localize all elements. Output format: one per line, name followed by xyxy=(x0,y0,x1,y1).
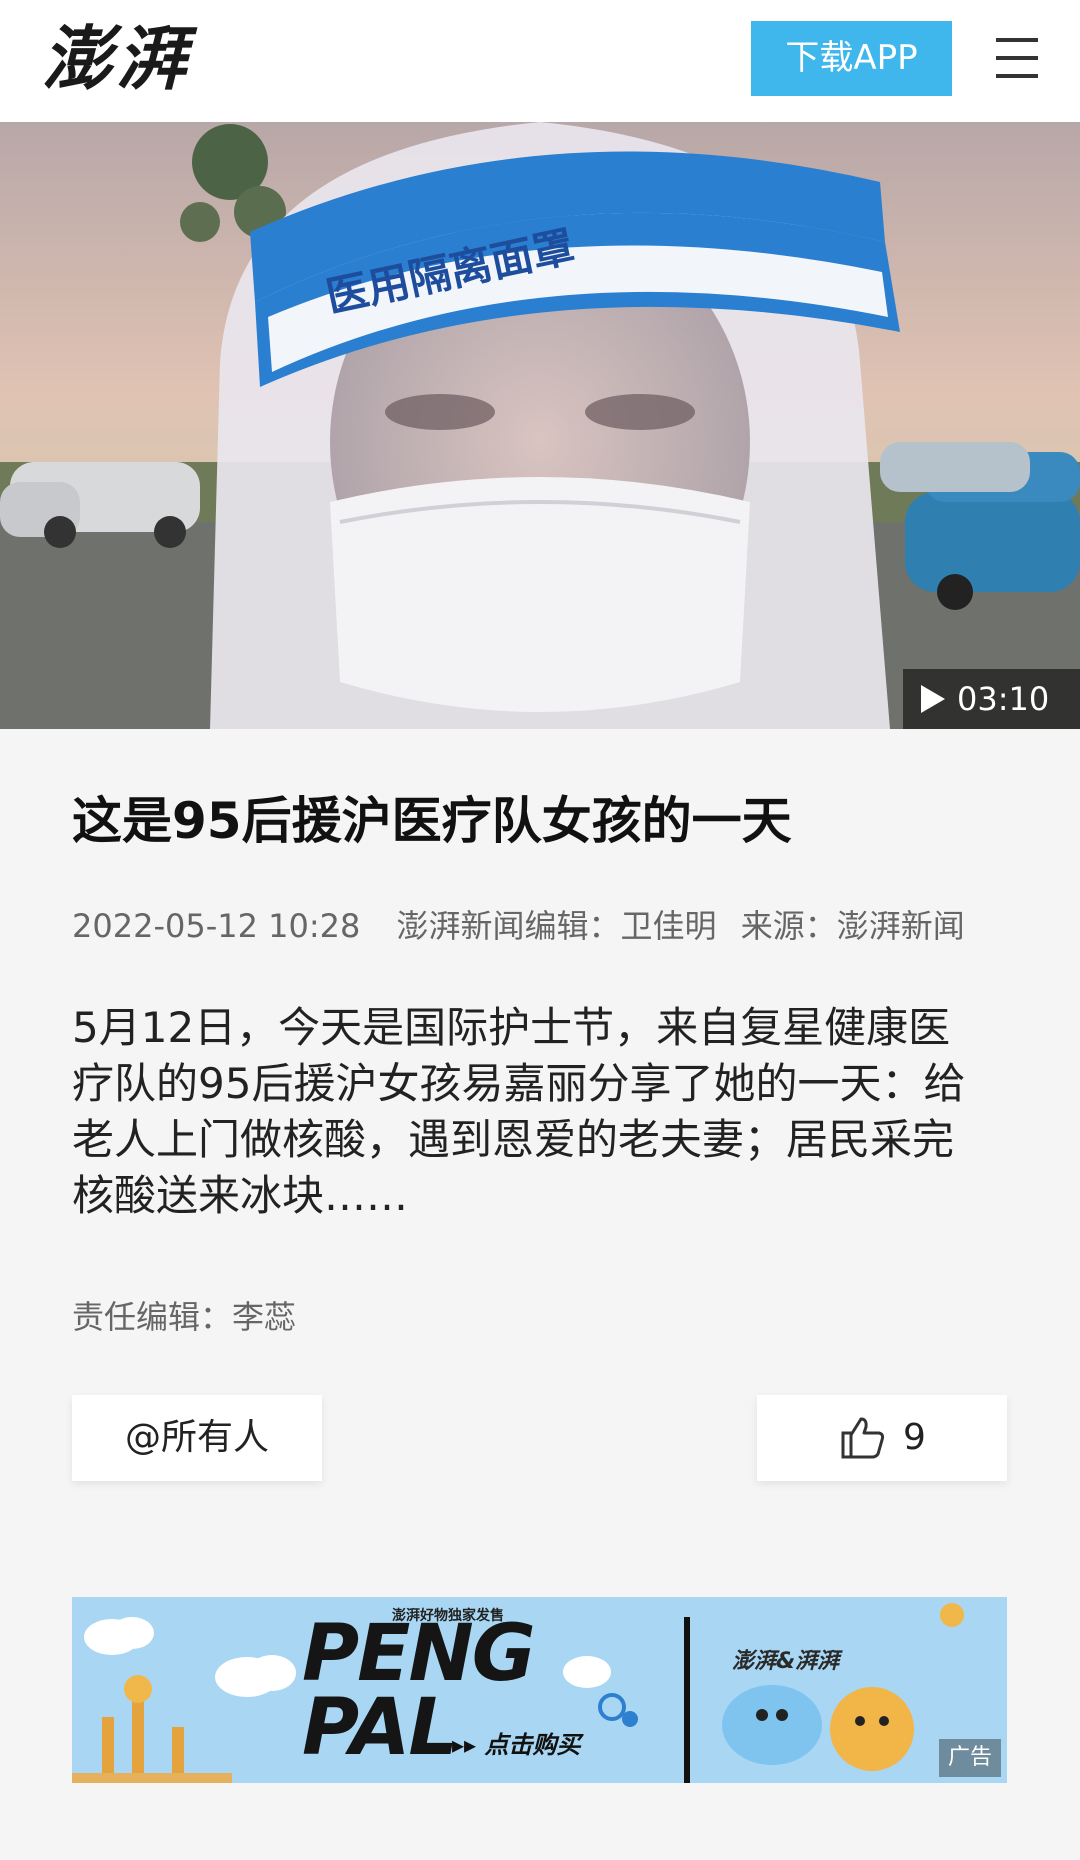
play-icon[interactable] xyxy=(921,685,945,713)
article-source: 来源：澎湃新闻 xyxy=(740,907,965,945)
ad-collab-text: 澎湃&湃湃 xyxy=(732,1649,840,1674)
article-summary: 5月12日，今天是国际护士节，来自复星健康医疗队的95后援沪女孩易嘉丽分享了她的… xyxy=(72,1003,966,1220)
download-app-button[interactable]: 下载APP xyxy=(751,21,952,96)
ad-label: 广告 xyxy=(939,1739,1001,1777)
thumbs-up-icon xyxy=(841,1417,885,1459)
menu-icon[interactable] xyxy=(996,38,1038,80)
video-duration-badge: 03:10 xyxy=(903,669,1080,729)
mention-all-button[interactable]: @所有人 xyxy=(72,1395,322,1481)
article-title: 这是95后援沪医疗队女孩的一天 xyxy=(72,792,792,850)
video-duration: 03:10 xyxy=(957,680,1050,718)
thepaper-logo[interactable]: 澎湃 xyxy=(42,14,190,104)
ad-buy-link[interactable]: ▸▸ 点击购买 xyxy=(452,1725,580,1760)
video-player[interactable]: 医用隔离面罩 03:10 xyxy=(0,122,1080,729)
ad-buy-label: 点击购买 xyxy=(484,1731,581,1759)
ad-banner[interactable]: 澎湃好物独家发售 PENG PAL ▸▸ 点击购买 澎湃&湃湃 广告 xyxy=(72,1597,1007,1783)
video-thumbnail: 医用隔离面罩 xyxy=(0,122,1080,729)
responsible-editor: 责任编辑：李蕊 xyxy=(72,1298,297,1336)
top-header: 澎湃 下载APP xyxy=(0,0,1080,123)
like-button[interactable]: 9 xyxy=(757,1395,1007,1481)
editor-info: 澎湃新闻编辑：卫佳明 xyxy=(396,907,717,945)
publish-date: 2022-05-12 10:28 xyxy=(72,907,361,945)
like-count: 9 xyxy=(903,1417,926,1458)
article-meta: 2022-05-12 10:28 澎湃新闻编辑：卫佳明 来源：澎湃新闻 xyxy=(72,905,1032,947)
ad-brand-line1: PENG xyxy=(302,1609,536,1699)
